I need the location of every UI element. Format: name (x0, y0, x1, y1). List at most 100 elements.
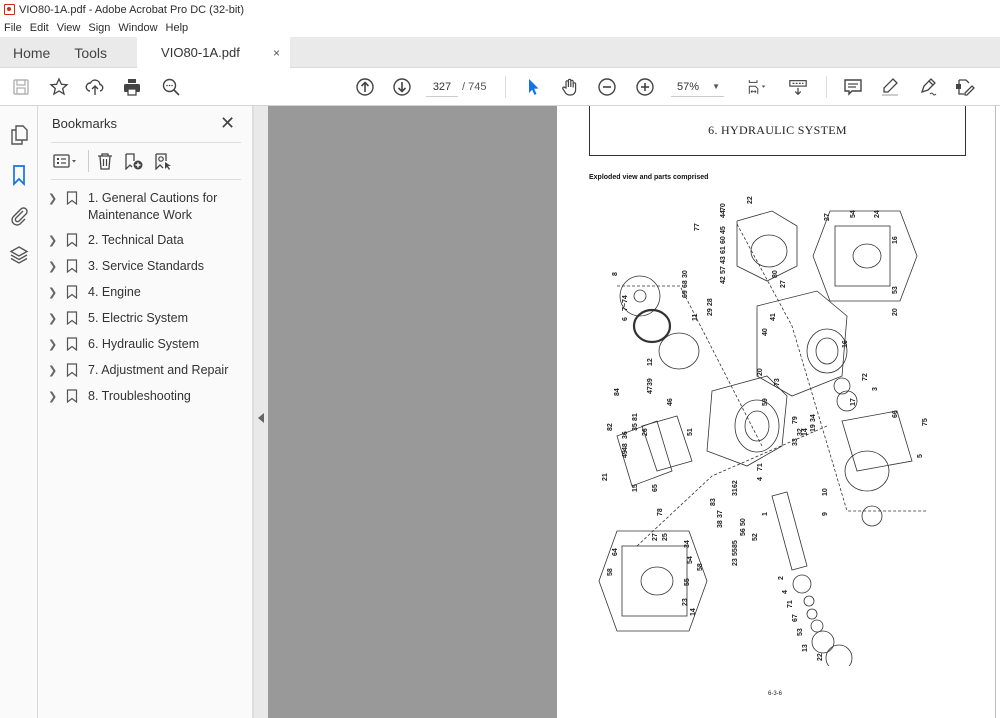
comment-icon[interactable] (842, 76, 864, 98)
bookmark-label: 6. Hydraulic System (88, 337, 200, 351)
callout-label: 22 (817, 653, 824, 661)
zoom-out-icon[interactable] (596, 76, 618, 98)
callout-label: 79 (792, 416, 799, 424)
chevron-right-icon[interactable]: ❯ (48, 363, 62, 380)
menu-view[interactable]: View (57, 22, 81, 34)
callout-label: 47 (647, 386, 654, 394)
menu-help[interactable]: Help (166, 22, 189, 34)
bookmark-item[interactable]: ❯ 8. Troubleshooting (48, 388, 248, 406)
callout-label: 71 (787, 600, 794, 608)
bookmarks-panel: Bookmarks ✕ ❯ 1. General Cautions for Ma… (38, 106, 253, 718)
callout-label: 69 (682, 290, 689, 298)
menu-sign[interactable]: Sign (88, 22, 110, 34)
bookmark-item[interactable]: ❯ 4. Engine (48, 284, 248, 302)
panel-divider (51, 179, 241, 180)
callout-labels: 22704477 4560614357428 3068697~74628291112… (602, 196, 929, 661)
panel-divider (51, 142, 241, 143)
chevron-right-icon[interactable]: ❯ (48, 389, 62, 406)
bookmark-from-structure-icon[interactable] (154, 150, 174, 172)
callout-label: 5 (917, 454, 924, 458)
callout-label: 53 (892, 286, 899, 294)
callout-label: 28 (707, 298, 714, 306)
bookmark-item[interactable]: ❯ 7. Adjustment and Repair (48, 362, 248, 380)
callout-label: 62 (732, 480, 739, 488)
bookmark-item[interactable]: ❯ 5. Electric System (48, 310, 248, 328)
callout-label: 11 (692, 313, 699, 321)
attachments-icon[interactable] (8, 204, 30, 226)
fit-page-icon[interactable] (742, 76, 772, 98)
acrobat-app-icon (4, 4, 15, 15)
callout-label: 31 (732, 488, 739, 496)
callout-label: 38 (717, 520, 724, 528)
vertical-scrollbar[interactable] (995, 106, 1000, 718)
callout-label: 45 (720, 226, 727, 234)
callout-label: 83 (710, 498, 717, 506)
chevron-right-icon[interactable]: ❯ (48, 191, 62, 208)
callout-label: 49 (622, 450, 629, 458)
callout-label: 20 (892, 308, 899, 316)
callout-label: 66 (892, 410, 899, 418)
callout-label: 82 (607, 423, 614, 431)
scroll-mode-icon[interactable] (786, 76, 810, 98)
delete-icon[interactable] (96, 150, 114, 172)
cloud-upload-icon[interactable] (84, 76, 106, 98)
callout-label: 68 (682, 280, 689, 288)
layers-icon[interactable] (8, 244, 30, 266)
chevron-right-icon[interactable]: ❯ (48, 285, 62, 302)
fill-sign-icon[interactable] (954, 76, 976, 98)
panel-splitter[interactable] (253, 106, 268, 718)
options-icon[interactable] (52, 150, 78, 172)
callout-label: 27 (824, 213, 831, 221)
page-up-icon[interactable] (354, 76, 376, 98)
collapse-panel-arrow-icon[interactable] (258, 413, 264, 423)
tab-tools[interactable]: Tools (62, 37, 119, 68)
callout-label: 10 (822, 488, 829, 496)
highlight-icon[interactable] (879, 76, 901, 98)
bookmark-label: 2. Technical Data (88, 233, 184, 247)
menu-window[interactable]: Window (118, 22, 157, 34)
bookmark-label: 5. Electric System (88, 311, 189, 325)
menu-file[interactable]: File (4, 22, 22, 34)
callout-label: 9 (822, 512, 829, 516)
new-bookmark-icon[interactable] (124, 150, 144, 172)
callout-label: 55 (732, 548, 739, 556)
chevron-right-icon[interactable]: ❯ (48, 259, 62, 276)
callout-label: 16 (892, 236, 899, 244)
bookmark-label: 1. General Cautions for Maintenance Work (88, 191, 218, 222)
bookmark-item[interactable]: ❯ 2. Technical Data (48, 232, 248, 250)
close-tab-button[interactable]: × (273, 46, 280, 60)
tab-bar: Home Tools VIO80-1A.pdf × (0, 37, 1000, 68)
callout-label: 55 (684, 578, 691, 586)
callout-label: 39 (647, 378, 654, 386)
bookmark-item[interactable]: ❯ 6. Hydraulic System (48, 336, 248, 354)
callout-label: 15 (632, 484, 639, 492)
pages-icon[interactable] (8, 124, 30, 146)
bookmarks-icon[interactable] (8, 164, 30, 187)
hand-icon[interactable] (559, 76, 581, 98)
page-number-input[interactable]: 327 (426, 77, 458, 97)
close-panel-button[interactable]: ✕ (220, 113, 235, 134)
select-cursor-icon[interactable] (522, 76, 544, 98)
menu-edit[interactable]: Edit (30, 22, 49, 34)
tab-home[interactable]: Home (0, 37, 62, 68)
bookmark-item[interactable]: ❯ 1. General Cautions for Maintenance Wo… (48, 190, 248, 224)
chevron-right-icon[interactable]: ❯ (48, 337, 62, 354)
page-total: / 745 (462, 81, 487, 93)
zoom-level-dropdown[interactable]: 57% ▼ (671, 77, 724, 97)
toolbar-divider (826, 76, 827, 98)
page-down-icon[interactable] (391, 76, 413, 98)
tab-document[interactable]: VIO80-1A.pdf × (137, 37, 291, 68)
callout-label: 23 (732, 558, 739, 566)
bookmark-item[interactable]: ❯ 3. Service Standards (48, 258, 248, 276)
chevron-right-icon[interactable]: ❯ (48, 311, 62, 328)
save-icon[interactable] (10, 76, 32, 98)
print-icon[interactable] (121, 76, 143, 98)
bookmark-icon (66, 191, 78, 205)
star-icon[interactable] (48, 76, 70, 98)
bookmark-icon (66, 337, 78, 351)
callout-label: 35 (632, 423, 639, 431)
search-zoom-icon[interactable] (160, 76, 182, 98)
chevron-right-icon[interactable]: ❯ (48, 233, 62, 250)
sign-icon[interactable] (917, 76, 939, 98)
zoom-in-icon[interactable] (634, 76, 656, 98)
